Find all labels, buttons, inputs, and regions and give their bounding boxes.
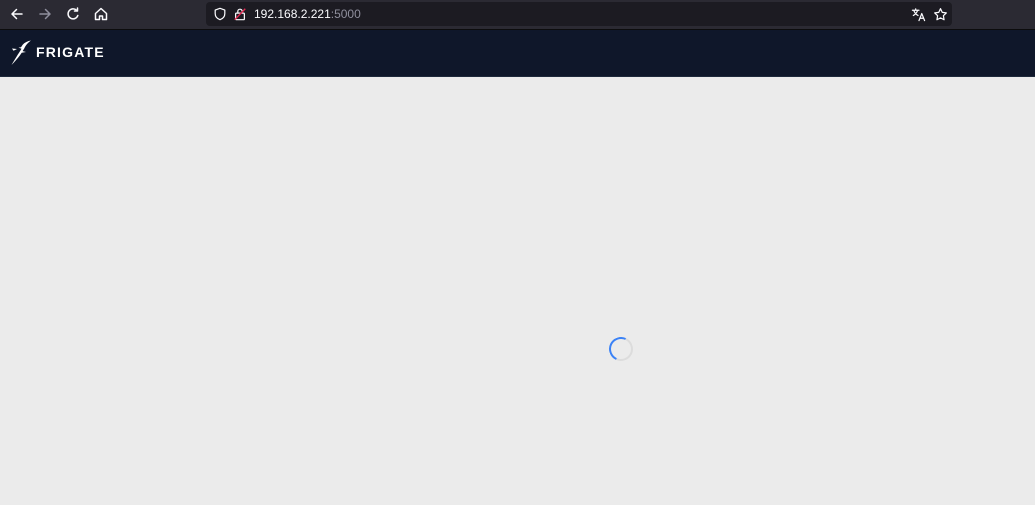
forward-button[interactable] xyxy=(31,0,59,28)
frigate-bird-icon[interactable] xyxy=(9,39,33,67)
arrow-right-icon xyxy=(39,8,51,20)
lock-warning-icon[interactable] xyxy=(232,6,248,22)
home-button[interactable] xyxy=(87,0,115,28)
loading-spinner xyxy=(605,333,637,365)
reload-icon xyxy=(67,7,79,20)
translate-icon[interactable] xyxy=(910,6,926,22)
main-content xyxy=(0,77,1035,505)
shield-icon[interactable] xyxy=(212,6,228,22)
back-button[interactable] xyxy=(3,0,31,28)
browser-toolbar: 192.168.2.221:5000 xyxy=(0,0,1035,29)
arrow-left-icon xyxy=(11,8,23,20)
reload-button[interactable] xyxy=(59,0,87,28)
star-icon[interactable] xyxy=(932,6,948,22)
url-port: :5000 xyxy=(330,7,361,21)
url-text[interactable]: 192.168.2.221:5000 xyxy=(254,2,361,26)
app-header: FRIGATE xyxy=(0,30,1035,77)
url-host: 192.168.2.221 xyxy=(254,7,331,21)
home-icon xyxy=(94,7,108,21)
brand-name[interactable]: FRIGATE xyxy=(36,44,105,60)
url-bar[interactable]: 192.168.2.221:5000 xyxy=(206,2,952,26)
